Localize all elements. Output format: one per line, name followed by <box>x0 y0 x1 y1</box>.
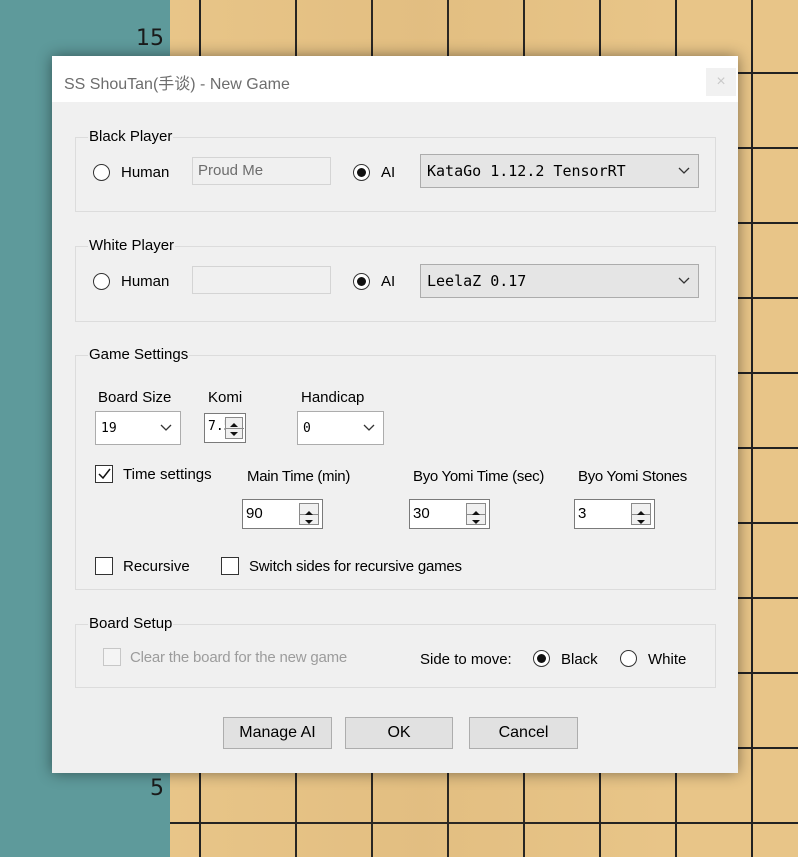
chevron-down-icon <box>363 424 375 431</box>
chevron-down-icon <box>678 167 690 174</box>
black-human-label: Human <box>121 164 170 181</box>
switch-sides-label: Switch sides for recursive games <box>249 558 462 575</box>
board-setup-group: Board Setup Clear the board for the new … <box>75 615 716 688</box>
byo-yomi-stones-label: Byo Yomi Stones <box>578 468 687 485</box>
byo-yomi-time-stepper[interactable]: 30 <box>409 499 490 529</box>
recursive-checkbox[interactable] <box>95 557 113 575</box>
black-engine-select[interactable]: KataGo 1.12.2 TensorRT <box>420 154 699 188</box>
komi-label: Komi <box>208 389 243 406</box>
black-player-name-value: Proud Me <box>198 162 264 179</box>
board-coordinate-label: 5 <box>150 776 164 801</box>
byo-yomi-time-value: 30 <box>413 505 430 522</box>
handicap-select[interactable]: 0 <box>297 411 384 445</box>
byo-yomi-stones-spin-buttons[interactable] <box>631 503 651 525</box>
handicap-value: 0 <box>303 421 311 436</box>
chevron-down-icon <box>678 277 690 284</box>
white-player-group-title: White Player <box>88 237 176 254</box>
side-black-label: Black <box>561 651 598 668</box>
board-size-value: 19 <box>101 421 117 436</box>
game-settings-group: Game Settings Board Size 19 Komi 7.5 Han… <box>75 346 716 590</box>
recursive-label: Recursive <box>123 558 190 575</box>
side-black-radio[interactable] <box>533 650 550 667</box>
side-white-label: White <box>648 651 687 668</box>
close-button[interactable]: × <box>706 68 736 96</box>
ok-button[interactable]: OK <box>345 717 453 749</box>
time-settings-label: Time settings <box>123 466 212 483</box>
board-size-select[interactable]: 19 <box>95 411 181 445</box>
white-engine-select[interactable]: LeelaZ 0.17 <box>420 264 699 298</box>
close-icon: × <box>716 73 726 90</box>
white-engine-value: LeelaZ 0.17 <box>427 272 527 290</box>
arrow-down-icon <box>305 520 313 524</box>
white-ai-label: AI <box>381 273 396 290</box>
white-player-group: White Player Human AI LeelaZ 0.17 <box>75 237 716 322</box>
main-time-label: Main Time (min) <box>247 468 351 485</box>
white-human-radio[interactable] <box>93 273 110 290</box>
chevron-down-icon <box>160 424 172 431</box>
main-time-value: 90 <box>246 505 263 522</box>
new-game-dialog: SS ShouTan(手谈) - New Game × Black Player… <box>52 56 738 773</box>
komi-spin-buttons[interactable] <box>225 417 244 439</box>
main-time-spin-buttons[interactable] <box>299 503 319 525</box>
black-human-radio[interactable] <box>93 164 110 181</box>
handicap-label: Handicap <box>301 389 365 406</box>
switch-sides-checkbox[interactable] <box>221 557 239 575</box>
time-settings-checkbox[interactable] <box>95 465 113 483</box>
black-player-group: Black Player Human Proud Me AI KataGo 1.… <box>75 128 716 212</box>
white-human-label: Human <box>121 273 170 290</box>
byo-yomi-time-spin-buttons[interactable] <box>466 503 486 525</box>
black-player-group-title: Black Player <box>88 128 174 145</box>
side-white-radio[interactable] <box>620 650 637 667</box>
arrow-down-icon <box>637 520 645 524</box>
byo-yomi-time-label: Byo Yomi Time (sec) <box>413 468 545 485</box>
clear-board-label: Clear the board for the new game <box>130 649 348 666</box>
cancel-button[interactable]: Cancel <box>469 717 578 749</box>
checkmark-icon <box>98 468 111 480</box>
black-engine-value: KataGo 1.12.2 TensorRT <box>427 162 626 180</box>
game-settings-group-title: Game Settings <box>88 346 190 363</box>
black-player-name-field[interactable]: Proud Me <box>192 157 331 185</box>
komi-stepper[interactable]: 7.5 <box>204 413 246 443</box>
byo-yomi-stones-value: 3 <box>578 505 587 522</box>
board-size-label: Board Size <box>98 389 172 406</box>
dialog-title-bar[interactable]: SS ShouTan(手谈) - New Game × <box>52 56 738 102</box>
white-ai-radio[interactable] <box>353 273 370 290</box>
black-ai-radio[interactable] <box>353 164 370 181</box>
black-ai-label: AI <box>381 164 396 181</box>
main-time-stepper[interactable]: 90 <box>242 499 323 529</box>
byo-yomi-stones-stepper[interactable]: 3 <box>574 499 655 529</box>
arrow-down-icon <box>472 520 480 524</box>
board-coordinate-label: 15 <box>136 26 164 51</box>
dialog-title: SS ShouTan(手谈) - New Game <box>64 76 290 93</box>
manage-ai-button[interactable]: Manage AI <box>223 717 332 749</box>
side-to-move-label: Side to move: <box>420 651 512 668</box>
arrow-down-icon <box>230 432 238 436</box>
clear-board-checkbox[interactable] <box>103 648 121 666</box>
board-setup-group-title: Board Setup <box>88 615 174 632</box>
white-player-name-field[interactable] <box>192 266 331 294</box>
